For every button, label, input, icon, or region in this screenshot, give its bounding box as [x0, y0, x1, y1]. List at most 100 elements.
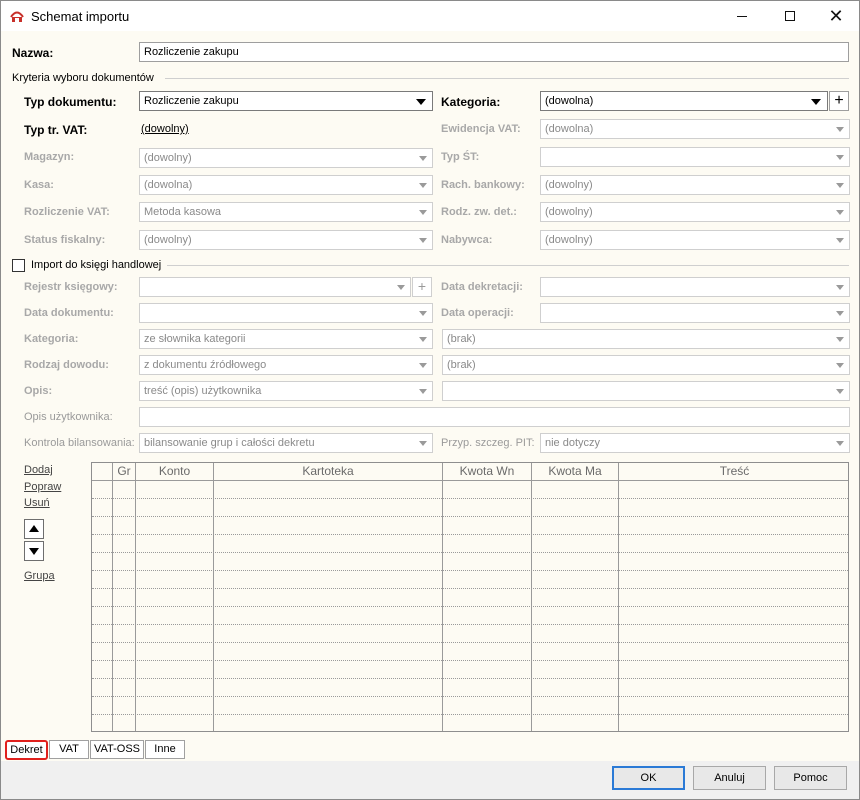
- chevron-down-icon: [836, 210, 844, 215]
- column-header-gr[interactable]: Gr: [113, 463, 135, 480]
- plus-icon: +: [417, 278, 427, 294]
- table-row[interactable]: [92, 678, 848, 679]
- kategoria-select[interactable]: (dowolna): [540, 91, 828, 111]
- delete-link[interactable]: Usuń: [24, 497, 50, 509]
- table-row[interactable]: [92, 696, 848, 697]
- rodzaj-dowodu-detail-value: (brak): [447, 359, 476, 371]
- typ-tr-vat-link[interactable]: (dowolny): [141, 123, 189, 135]
- data-dokumentu-select[interactable]: [139, 303, 433, 323]
- data-dekretacji-label: Data dekretacji:: [441, 281, 523, 293]
- column-header-kartoteka[interactable]: Kartoteka: [214, 463, 442, 480]
- przyp-pit-select[interactable]: nie dotyczy: [540, 433, 850, 453]
- nabywca-select[interactable]: (dowolny): [540, 230, 850, 250]
- close-icon: ✕: [828, 5, 844, 26]
- rach-bankowy-select[interactable]: (dowolny): [540, 175, 850, 195]
- tab-dekret[interactable]: Dekret: [5, 740, 48, 760]
- minimize-button[interactable]: [719, 1, 765, 31]
- plus-icon: +: [834, 92, 844, 109]
- chevron-down-icon: [419, 441, 427, 446]
- dialog-content: Nazwa: Rozliczenie zakupu Kryteria wybor…: [1, 31, 859, 799]
- name-label: Nazwa:: [12, 46, 54, 60]
- table-row[interactable]: [92, 606, 848, 607]
- arrow-down-icon: [29, 548, 39, 555]
- edit-link[interactable]: Popraw: [24, 481, 61, 493]
- rodzaj-dowodu-detail-select[interactable]: (brak): [442, 355, 850, 375]
- magazyn-select[interactable]: (dowolny): [139, 148, 433, 168]
- rejestr-select[interactable]: [139, 277, 411, 297]
- add-link[interactable]: Dodaj: [24, 464, 53, 476]
- close-button[interactable]: ✕: [813, 1, 859, 31]
- rodz-zw-det-select[interactable]: (dowolny): [540, 202, 850, 222]
- cancel-button[interactable]: Anuluj: [693, 766, 766, 790]
- kasa-label: Kasa:: [24, 179, 54, 191]
- dekret-table[interactable]: Gr Konto Kartoteka Kwota Wn Kwota Ma Tre…: [91, 462, 849, 732]
- column-header-kwota-wn[interactable]: Kwota Wn: [443, 463, 531, 480]
- typ-dokumentu-value: Rozliczenie zakupu: [144, 95, 239, 107]
- typ-dokumentu-select[interactable]: Rozliczenie zakupu: [139, 91, 433, 111]
- import-kategoria-label: Kategoria:: [24, 333, 79, 345]
- table-col-divider: [213, 463, 214, 731]
- kasa-select[interactable]: (dowolna): [139, 175, 433, 195]
- chevron-down-icon: [419, 363, 427, 368]
- rozliczenie-vat-label: Rozliczenie VAT:: [24, 206, 110, 218]
- table-row[interactable]: [92, 624, 848, 625]
- import-kategoria-detail-select[interactable]: (brak): [442, 329, 850, 349]
- chevron-down-icon: [836, 238, 844, 243]
- status-fiskalny-select[interactable]: (dowolny): [139, 230, 433, 250]
- ok-button[interactable]: OK: [612, 766, 685, 790]
- chevron-down-icon: [419, 311, 427, 316]
- table-row[interactable]: [92, 642, 848, 643]
- status-fiskalny-value: (dowolny): [144, 234, 192, 246]
- opis-select[interactable]: treść (opis) użytkownika: [139, 381, 433, 401]
- column-header-konto[interactable]: Konto: [136, 463, 213, 480]
- table-row[interactable]: [92, 552, 848, 553]
- title-bar: Schemat importu ✕: [1, 1, 859, 31]
- data-dekretacji-select[interactable]: [540, 277, 850, 297]
- rejestr-add-button[interactable]: +: [412, 277, 432, 297]
- table-row[interactable]: [92, 516, 848, 517]
- tab-vat[interactable]: VAT: [49, 740, 89, 759]
- dialog-window: Schemat importu ✕ Nazwa: Rozliczenie zak…: [0, 0, 860, 800]
- rodzaj-dowodu-select[interactable]: z dokumentu źródłowego: [139, 355, 433, 375]
- group-link[interactable]: Grupa: [24, 570, 55, 582]
- import-kategoria-value: ze słownika kategorii: [144, 333, 246, 345]
- table-row[interactable]: [92, 498, 848, 499]
- move-down-button[interactable]: [24, 541, 44, 561]
- typ-st-label: Typ ŚT:: [441, 151, 480, 163]
- import-kategoria-detail-value: (brak): [447, 333, 476, 345]
- table-row[interactable]: [92, 570, 848, 571]
- table-header-divider: [92, 480, 848, 481]
- magazyn-label: Magazyn:: [24, 151, 75, 163]
- rejestr-label: Rejestr księgowy:: [24, 281, 118, 293]
- import-kategoria-select[interactable]: ze słownika kategorii: [139, 329, 433, 349]
- import-checkbox[interactable]: [12, 259, 25, 272]
- ewidencja-vat-select[interactable]: (dowolna): [540, 119, 850, 139]
- data-operacji-select[interactable]: [540, 303, 850, 323]
- typ-st-select[interactable]: [540, 147, 850, 167]
- maximize-button[interactable]: [767, 1, 813, 31]
- help-button[interactable]: Pomoc: [774, 766, 847, 790]
- table-row[interactable]: [92, 660, 848, 661]
- column-header-kwota-ma[interactable]: Kwota Ma: [532, 463, 618, 480]
- kategoria-add-button[interactable]: +: [829, 91, 849, 111]
- opis-uzytkownika-input[interactable]: [139, 407, 850, 427]
- table-col-divider: [531, 463, 532, 731]
- tab-vat-oss[interactable]: VAT-OSS: [90, 740, 144, 759]
- chevron-down-icon: [836, 389, 844, 394]
- table-row[interactable]: [92, 714, 848, 715]
- chevron-down-icon: [836, 311, 844, 316]
- criteria-section-label: Kryteria wyboru dokumentów: [12, 72, 154, 84]
- move-up-button[interactable]: [24, 519, 44, 539]
- rozliczenie-vat-select[interactable]: Metoda kasowa: [139, 202, 433, 222]
- chevron-down-icon: [836, 155, 844, 160]
- table-row[interactable]: [92, 588, 848, 589]
- chevron-down-icon: [836, 127, 844, 132]
- opis-detail-select[interactable]: [442, 381, 850, 401]
- import-checkbox-label[interactable]: Import do księgi handlowej: [31, 259, 161, 271]
- kontrola-bilansowania-select[interactable]: bilansowanie grup i całości dekretu: [139, 433, 433, 453]
- column-header-tresc[interactable]: Treść: [619, 463, 848, 480]
- name-input[interactable]: Rozliczenie zakupu: [139, 42, 849, 62]
- chevron-down-icon: [419, 337, 427, 342]
- tab-inne[interactable]: Inne: [145, 740, 185, 759]
- table-row[interactable]: [92, 534, 848, 535]
